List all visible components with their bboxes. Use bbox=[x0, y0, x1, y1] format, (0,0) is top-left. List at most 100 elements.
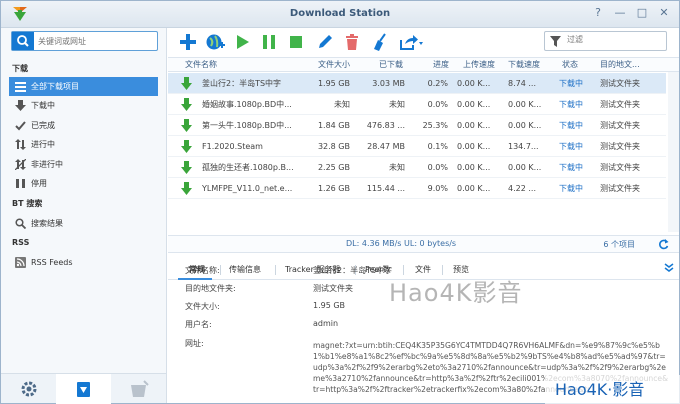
search-icon[interactable] bbox=[12, 32, 34, 50]
add-icon[interactable] bbox=[178, 32, 198, 52]
gear-icon bbox=[21, 381, 37, 397]
tab-separator bbox=[275, 265, 276, 275]
active-tab-indicator bbox=[178, 278, 212, 280]
cell-status: 下载中 bbox=[559, 100, 583, 109]
delete-trash-icon[interactable] bbox=[342, 32, 362, 52]
edit-pencil-icon[interactable] bbox=[315, 32, 335, 52]
pause-icon[interactable] bbox=[259, 32, 279, 52]
cell-size: 未知 bbox=[334, 100, 350, 109]
refresh-icon[interactable] bbox=[658, 239, 669, 250]
nav-search-results-label: 搜索结果 bbox=[31, 219, 63, 228]
download-status-arrow-icon bbox=[181, 119, 192, 132]
inactive-transfer-icon bbox=[15, 159, 26, 170]
keyword-search-input[interactable] bbox=[38, 34, 154, 48]
cell-down: 134.7... bbox=[508, 142, 539, 151]
table-row[interactable]: 第一头牛.1080p.BD中... 1.84 GB 476.83 ... 25.3% 0… bbox=[168, 115, 666, 136]
collapse-chevron-icon[interactable] bbox=[664, 263, 674, 273]
nav-all-downloads-label: 全部下载项目 bbox=[31, 82, 79, 91]
column-file-name[interactable]: 文件名称 bbox=[185, 58, 217, 71]
cell-up: 0.00 K... bbox=[457, 79, 491, 88]
nav-active[interactable]: 进行中 bbox=[1, 135, 158, 154]
table-row[interactable]: F1.2020.Steam 32.8 GB 28.47 MB 0.1% 0.00 K..… bbox=[168, 136, 666, 157]
clear-broom-icon[interactable] bbox=[370, 32, 390, 52]
keyword-search-box[interactable] bbox=[11, 31, 158, 51]
file-station-tab[interactable] bbox=[111, 374, 166, 404]
download-arrow-icon bbox=[15, 100, 26, 111]
detail-destination-value: 测试文件夹 bbox=[313, 284, 353, 293]
download-status-arrow-icon bbox=[181, 140, 192, 153]
stop-icon[interactable] bbox=[286, 32, 306, 52]
cell-downloaded: 未知 bbox=[389, 163, 405, 172]
table-row[interactable]: 婚姻故事.1080p.BD中... 未知 未知 0.0% 0.00 K... 0.00 K… bbox=[168, 94, 666, 115]
download-list-tab[interactable] bbox=[56, 374, 111, 404]
download-list-icon bbox=[77, 382, 90, 397]
nav-all-downloads[interactable]: 全部下载项目 bbox=[9, 77, 158, 96]
column-progress[interactable]: 进度 bbox=[433, 58, 449, 71]
cell-status: 下载中 bbox=[559, 79, 583, 88]
section-bt-search-heading: BT 搜索 bbox=[12, 199, 43, 208]
filter-input[interactable] bbox=[567, 35, 663, 44]
nav-inactive[interactable]: 非进行中 bbox=[1, 155, 158, 174]
cell-size: 1.95 GB bbox=[317, 79, 350, 88]
cell-dest: 测试文件夹 bbox=[600, 163, 640, 172]
download-status-arrow-icon bbox=[181, 77, 192, 90]
share-export-icon[interactable] bbox=[398, 32, 424, 52]
cell-down: 0.00 K... bbox=[508, 121, 542, 130]
cell-progress: 9.0% bbox=[427, 184, 448, 193]
cell-progress: 0.0% bbox=[427, 163, 448, 172]
settings-tab[interactable] bbox=[1, 374, 56, 404]
download-status-arrow-icon bbox=[181, 182, 192, 195]
cell-size: 2.25 GB bbox=[317, 163, 350, 172]
tab-transfer-info[interactable]: 传输信息 bbox=[229, 264, 261, 275]
download-grid-header: 文件名称 文件大小 已下载 进度 上传速度 下载速度 状态 目的地文... bbox=[168, 57, 679, 72]
nav-inactive-label: 非进行中 bbox=[31, 160, 63, 169]
table-row[interactable]: 釜山行2：半岛TS中字 1.95 GB 3.03 MB 0.2% 0.00 K... 8.… bbox=[168, 73, 666, 94]
detail-user-value: admin bbox=[313, 319, 339, 328]
cell-dest: 测试文件夹 bbox=[600, 184, 640, 193]
transfer-arrows-icon bbox=[15, 139, 26, 150]
close-button[interactable]: ✕ bbox=[657, 6, 671, 20]
nav-completed[interactable]: 已完成 bbox=[1, 116, 158, 135]
cell-up: 0.00 K... bbox=[457, 184, 491, 193]
download-status-arrow-icon bbox=[181, 98, 192, 111]
resume-play-icon[interactable] bbox=[232, 32, 252, 52]
grid-scrollbar[interactable] bbox=[668, 72, 679, 232]
table-row[interactable]: YLMFPE_V11.0_net.e... 1.26 GB 115.44 ... 9.… bbox=[168, 178, 666, 199]
cell-progress: 0.2% bbox=[427, 79, 448, 88]
section-rss-heading: RSS bbox=[12, 238, 30, 247]
watermark-corner: Hao4K·影音 bbox=[545, 375, 680, 404]
column-download-speed[interactable]: 下载速度 bbox=[508, 58, 540, 71]
help-button[interactable]: ? bbox=[591, 6, 605, 20]
nav-search-results[interactable]: 搜索结果 bbox=[1, 214, 158, 233]
maximize-button[interactable]: □ bbox=[635, 6, 649, 20]
nav-downloading[interactable]: 下载中 bbox=[1, 96, 158, 115]
cell-size: 32.8 GB bbox=[317, 142, 350, 151]
filter-box[interactable] bbox=[544, 31, 667, 51]
column-upload-speed[interactable]: 上传速度 bbox=[463, 58, 495, 71]
column-file-size[interactable]: 文件大小 bbox=[318, 58, 350, 71]
column-downloaded[interactable]: 已下载 bbox=[379, 58, 403, 71]
sidebar-bottom-bar bbox=[1, 373, 166, 404]
add-url-globe-icon[interactable] bbox=[205, 32, 225, 52]
nav-active-label: 进行中 bbox=[31, 140, 55, 149]
cell-dest: 测试文件夹 bbox=[600, 142, 640, 151]
nav-stopped[interactable]: 停用 bbox=[1, 174, 158, 193]
column-status[interactable]: 状态 bbox=[562, 58, 578, 71]
cell-progress: 25.3% bbox=[422, 121, 448, 130]
table-row[interactable]: 孤独的生还者.1080p.B... 2.25 GB 未知 0.0% 0.00 K... 0… bbox=[168, 157, 666, 178]
nav-rss-feeds[interactable]: RSS Feeds bbox=[1, 253, 158, 272]
cell-dest: 测试文件夹 bbox=[600, 121, 640, 130]
cell-dest: 测试文件夹 bbox=[600, 79, 640, 88]
cell-down: 8.74 ... bbox=[508, 79, 536, 88]
cell-up: 0.00 K... bbox=[457, 121, 491, 130]
column-destination[interactable]: 目的地文... bbox=[600, 58, 664, 71]
toolbar bbox=[168, 28, 679, 55]
detail-name-label: 文件名称: bbox=[185, 266, 220, 275]
minimize-button[interactable]: — bbox=[613, 6, 627, 20]
cell-status: 下载中 bbox=[559, 121, 583, 130]
item-count-text: 6 个项目 bbox=[603, 240, 635, 249]
cell-size: 1.26 GB bbox=[317, 184, 350, 193]
transfer-speed-text: DL: 4.36 MB/s UL: 0 bytes/s bbox=[346, 239, 457, 248]
detail-url-label: 网址: bbox=[185, 339, 204, 348]
window-title: Download Station bbox=[289, 8, 391, 19]
